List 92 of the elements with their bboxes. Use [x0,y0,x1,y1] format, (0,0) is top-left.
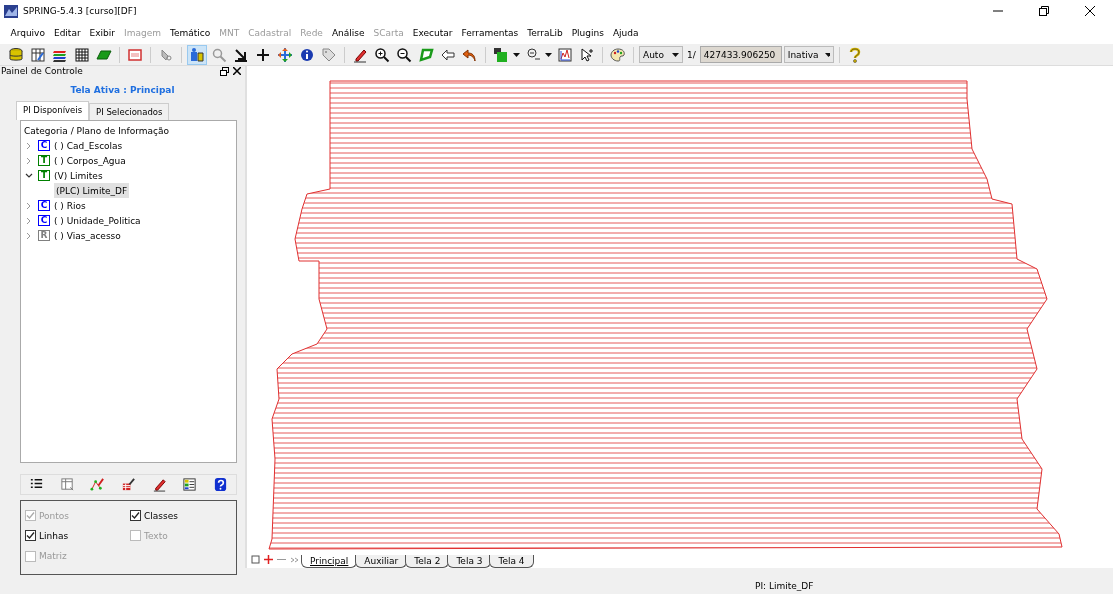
state-dropdown[interactable]: Inativa [783,46,834,63]
checkbox-label: Matriz [39,551,67,562]
tag-icon [321,46,337,63]
menu-item[interactable]: Ferramentas [456,28,523,38]
chart-icon [557,46,573,63]
scale-mode-dropdown[interactable]: Auto [639,46,683,63]
restore-icon [1039,6,1049,16]
checkbox-label: Linhas [39,530,69,541]
menu-item[interactable]: Temático [165,28,215,38]
chevron-right-icon[interactable] [25,231,33,240]
chevron-right-icon[interactable] [25,156,33,165]
tree-item[interactable]: (PLC) Limite_DF [54,183,130,198]
zoom-out-icon [396,46,412,63]
tree-header: Categoria / Plano de Informação [24,126,170,136]
chevron-right-icon[interactable] [25,201,33,210]
vector-edit-icon [90,477,106,492]
menu-item[interactable]: Plugins [567,28,609,38]
menu-item[interactable]: Executar [408,28,457,38]
tree-item[interactable]: ( ) Rios [54,200,86,211]
chart-edit-icon [120,477,136,492]
dropdown-caret-icon [824,52,830,57]
checkbox-label: Classes [144,510,178,521]
cursor-icon [189,46,205,63]
float-icon[interactable] [220,66,229,76]
corner-arrow-icon [233,46,249,63]
window-icon [127,46,143,63]
database-icon [8,46,24,63]
active-screen-label: Tela Ativa : Principal [69,84,176,97]
pointer-icon [579,46,595,63]
tree-item[interactable]: ( ) Unidade_Politica [54,215,141,226]
panel-tab[interactable]: PI Selecionados [89,103,170,120]
search-icon [211,46,227,63]
dropdown-caret-icon[interactable] [545,52,552,57]
menu-item[interactable]: Análise [327,28,369,38]
question-mark-icon [848,46,861,63]
close-icon [1085,6,1095,16]
zoom-in-icon [374,46,390,63]
checkbox[interactable] [130,510,141,521]
dropdown-caret-icon[interactable] [513,52,520,57]
grid-icon [74,46,90,63]
category-badge: T [38,170,50,181]
tree-item[interactable]: ( ) Corpos_Agua [54,155,126,166]
screen-tab[interactable]: Tela 3 [447,555,492,568]
dropdown-caret-icon [672,52,679,57]
plus-icon [255,46,271,63]
tree-item[interactable]: ( ) Cad_Escolas [54,140,123,151]
panel-tab[interactable]: PI Disponíveis [16,101,90,120]
app-icon [4,4,18,18]
table-icon [30,46,46,63]
filled-square-icon [493,46,509,63]
pencil-icon [151,477,167,492]
screen-tab[interactable]: Tela 4 [489,555,534,568]
chevron-right-icon[interactable] [25,216,33,225]
tree-item[interactable]: (V) Limites [54,170,103,181]
cursor-tool-button[interactable] [187,44,207,65]
scale-field[interactable]: 427433.906250 [699,46,782,63]
lasso-icon [418,46,434,63]
category-badge: T [38,155,50,166]
tree-item[interactable]: ( ) Vias_acesso [54,230,121,241]
category-badge: C [38,200,50,211]
checkbox[interactable] [25,530,36,542]
close-icon[interactable] [233,66,241,75]
undo-icon [462,46,478,63]
panel-title: Painel de Controle [1,66,83,76]
checkbox-label: Texto [144,530,168,541]
palette-icon [610,46,626,63]
category-badge: R [38,230,50,241]
info-icon [299,46,315,63]
checkbox-label: Pontos [39,510,70,521]
menu-item[interactable]: Arquivo [6,28,50,38]
color-table-icon [182,477,198,492]
menu-item[interactable]: Editar [49,28,86,38]
screen-tab[interactable]: Principal [301,555,358,568]
scale-prefix: 1/ [687,49,696,60]
menu-item[interactable]: Exibir [85,28,120,38]
move-icon [277,46,293,63]
category-badge: C [38,215,50,226]
window-icon[interactable] [251,555,260,564]
add-icon[interactable] [264,555,273,564]
screen-tab[interactable]: Tela 2 [405,555,450,568]
category-badge: C [38,140,50,151]
help-icon [213,477,229,492]
window-title: SPRING-5.4.3 [curso][DF] [23,6,137,16]
table-icon [59,477,75,492]
color-table-button[interactable] [180,475,199,494]
menu-item[interactable]: Ajuda [608,28,644,38]
menu-item[interactable]: TerraLib [522,28,568,38]
chevron-right-icon[interactable] [25,141,33,150]
chevron-down-icon[interactable] [25,171,33,180]
scale-icon [525,46,541,63]
status-text: PI: Limite_DF [755,581,814,592]
screen-tab[interactable]: Auxiliar [355,555,408,568]
